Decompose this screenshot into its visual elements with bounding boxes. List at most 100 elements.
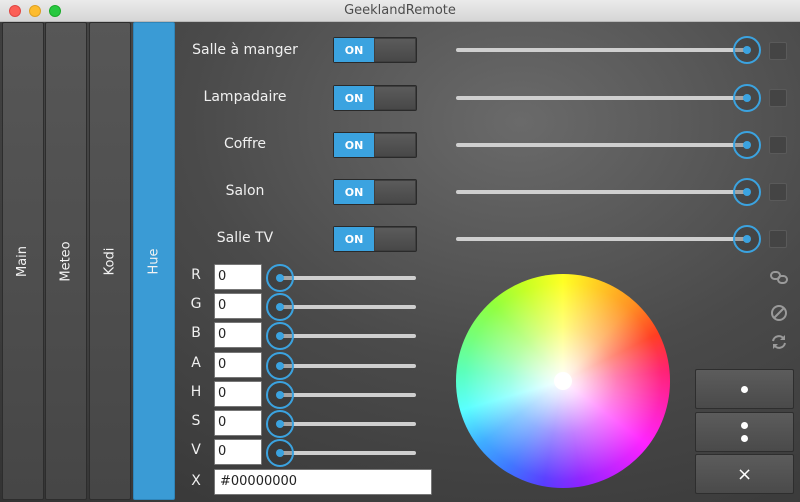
toggle-knob [375,181,415,203]
light-label-coffre: Coffre [223,136,267,152]
app-area: Main Meteo Kodi Hue Salle à manger ON La… [0,22,800,502]
block-icon[interactable] [769,303,789,323]
brightness-slider-lampadaire[interactable] [456,84,761,112]
toggle-knob [375,228,415,250]
channel-input-b[interactable]: 0 [214,322,262,348]
hex-label: X [191,473,201,489]
channel-label-g: G [190,296,202,312]
toggle-on-label: ON [334,227,374,251]
title-bar: GeeklandRemote [0,0,800,22]
channel-input-s[interactable]: 0 [214,410,262,436]
channel-label-v: V [191,442,201,458]
channel-slider-g[interactable] [266,293,416,321]
channel-input-a[interactable]: 0 [214,352,262,378]
tab-label: Hue [146,247,162,275]
slider-track [456,143,747,147]
slider-handle[interactable] [733,225,761,253]
channel-label-r: R [191,267,201,283]
tab-main[interactable]: Main [2,22,44,500]
close-button[interactable]: × [695,454,794,494]
light-label-salle-tv: Salle TV [216,230,274,246]
channel-slider-s[interactable] [266,410,416,438]
toggle-knob [375,134,415,156]
color-wheel[interactable] [456,274,670,488]
toggle-on-label: ON [334,38,374,62]
slider-track [280,422,416,426]
light-label-salon: Salon [225,183,265,199]
slider-track [280,334,416,338]
slider-handle[interactable] [266,439,294,467]
light-checkbox-lampadaire[interactable] [769,89,787,107]
channel-label-s: S [191,413,201,429]
channel-input-r[interactable]: 0 [214,264,262,290]
dot-icon [741,385,748,393]
channel-input-h[interactable]: 0 [214,381,262,407]
toggle-on-label: ON [334,86,374,110]
slider-track [280,305,416,309]
dot-icon [741,422,748,429]
slider-handle[interactable] [733,84,761,112]
channel-input-v[interactable]: 0 [214,439,262,465]
tab-label: Main [15,245,31,277]
channel-slider-b[interactable] [266,322,416,350]
light-toggle-salle-tv[interactable]: ON [333,226,417,252]
refresh-icon[interactable] [769,332,789,352]
slider-handle[interactable] [733,178,761,206]
channel-label-h: H [190,384,202,400]
close-icon: × [736,463,753,485]
light-checkbox-salle-a-manger[interactable] [769,42,787,60]
light-checkbox-salon[interactable] [769,183,787,201]
channel-label-b: B [191,325,201,341]
toggle-knob [375,87,415,109]
slider-handle[interactable] [266,293,294,321]
light-toggle-coffre[interactable]: ON [333,132,417,158]
light-checkbox-coffre[interactable] [769,136,787,154]
slider-track [280,276,416,280]
slider-track [456,96,747,100]
light-toggle-salle-a-manger[interactable]: ON [333,37,417,63]
channel-input-g[interactable]: 0 [214,293,262,319]
single-dot-button[interactable] [695,369,794,409]
toggle-on-label: ON [334,133,374,157]
light-label-salle-a-manger: Salle à manger [192,42,298,58]
toggle-on-label: ON [334,180,374,204]
brightness-slider-salle-a-manger[interactable] [456,36,761,64]
slider-handle[interactable] [266,322,294,350]
light-toggle-lampadaire[interactable]: ON [333,85,417,111]
channel-slider-h[interactable] [266,381,416,409]
double-dot-button[interactable] [695,412,794,452]
window-title: GeeklandRemote [344,3,456,18]
light-checkbox-salle-tv[interactable] [769,230,787,248]
link-icon[interactable] [769,267,789,287]
light-label-lampadaire: Lampadaire [203,89,287,105]
slider-handle[interactable] [266,264,294,292]
slider-track [280,364,416,368]
brightness-slider-coffre[interactable] [456,131,761,159]
channel-slider-r[interactable] [266,264,416,292]
slider-track [456,190,747,194]
slider-track [280,451,416,455]
brightness-slider-salon[interactable] [456,178,761,206]
hex-color-input[interactable]: #00000000 [214,469,432,495]
slider-handle[interactable] [733,131,761,159]
tab-label: Meteo [58,240,74,282]
tab-kodi[interactable]: Kodi [89,22,131,500]
slider-handle[interactable] [266,410,294,438]
channel-slider-a[interactable] [266,352,416,380]
tab-meteo[interactable]: Meteo [45,22,87,500]
dot-icon [741,435,748,442]
brightness-slider-salle-tv[interactable] [456,225,761,253]
slider-track [456,237,747,241]
tab-label: Kodi [102,247,118,275]
toggle-knob [375,39,415,61]
slider-handle[interactable] [266,381,294,409]
tab-hue[interactable]: Hue [133,22,175,500]
slider-track [280,393,416,397]
channel-label-a: A [191,355,201,371]
slider-track [456,48,747,52]
channel-slider-v[interactable] [266,439,416,467]
light-toggle-salon[interactable]: ON [333,179,417,205]
color-wheel-cursor[interactable] [554,372,572,390]
slider-handle[interactable] [733,36,761,64]
slider-handle[interactable] [266,352,294,380]
